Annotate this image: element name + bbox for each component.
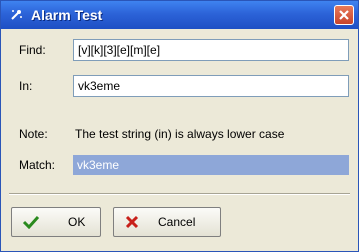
ok-label: OK [68,215,86,229]
window-title: Alarm Test [31,7,103,23]
alarm-test-dialog: Alarm Test Find: [v][k][3][e][m][e] In: … [0,0,359,252]
find-label: Find: [19,43,46,57]
find-input[interactable]: [v][k][3][e][m][e] [73,39,349,61]
note-text: The test string (in) is always lower cas… [75,127,285,141]
checkmark-icon [22,215,40,232]
cancel-button[interactable]: Cancel [113,207,221,237]
note-label: Note: [19,127,48,141]
close-icon [339,10,349,20]
in-input[interactable]: vk3eme [73,75,349,97]
wand-icon [9,8,23,22]
title-bar[interactable]: Alarm Test [1,1,358,29]
match-result: vk3eme [73,155,349,175]
cancel-label: Cancel [158,215,196,229]
close-button[interactable] [334,5,354,25]
divider [9,193,350,195]
in-label: In: [19,79,33,93]
cross-icon [124,215,140,232]
match-label: Match: [19,158,56,172]
ok-button[interactable]: OK [11,207,101,237]
